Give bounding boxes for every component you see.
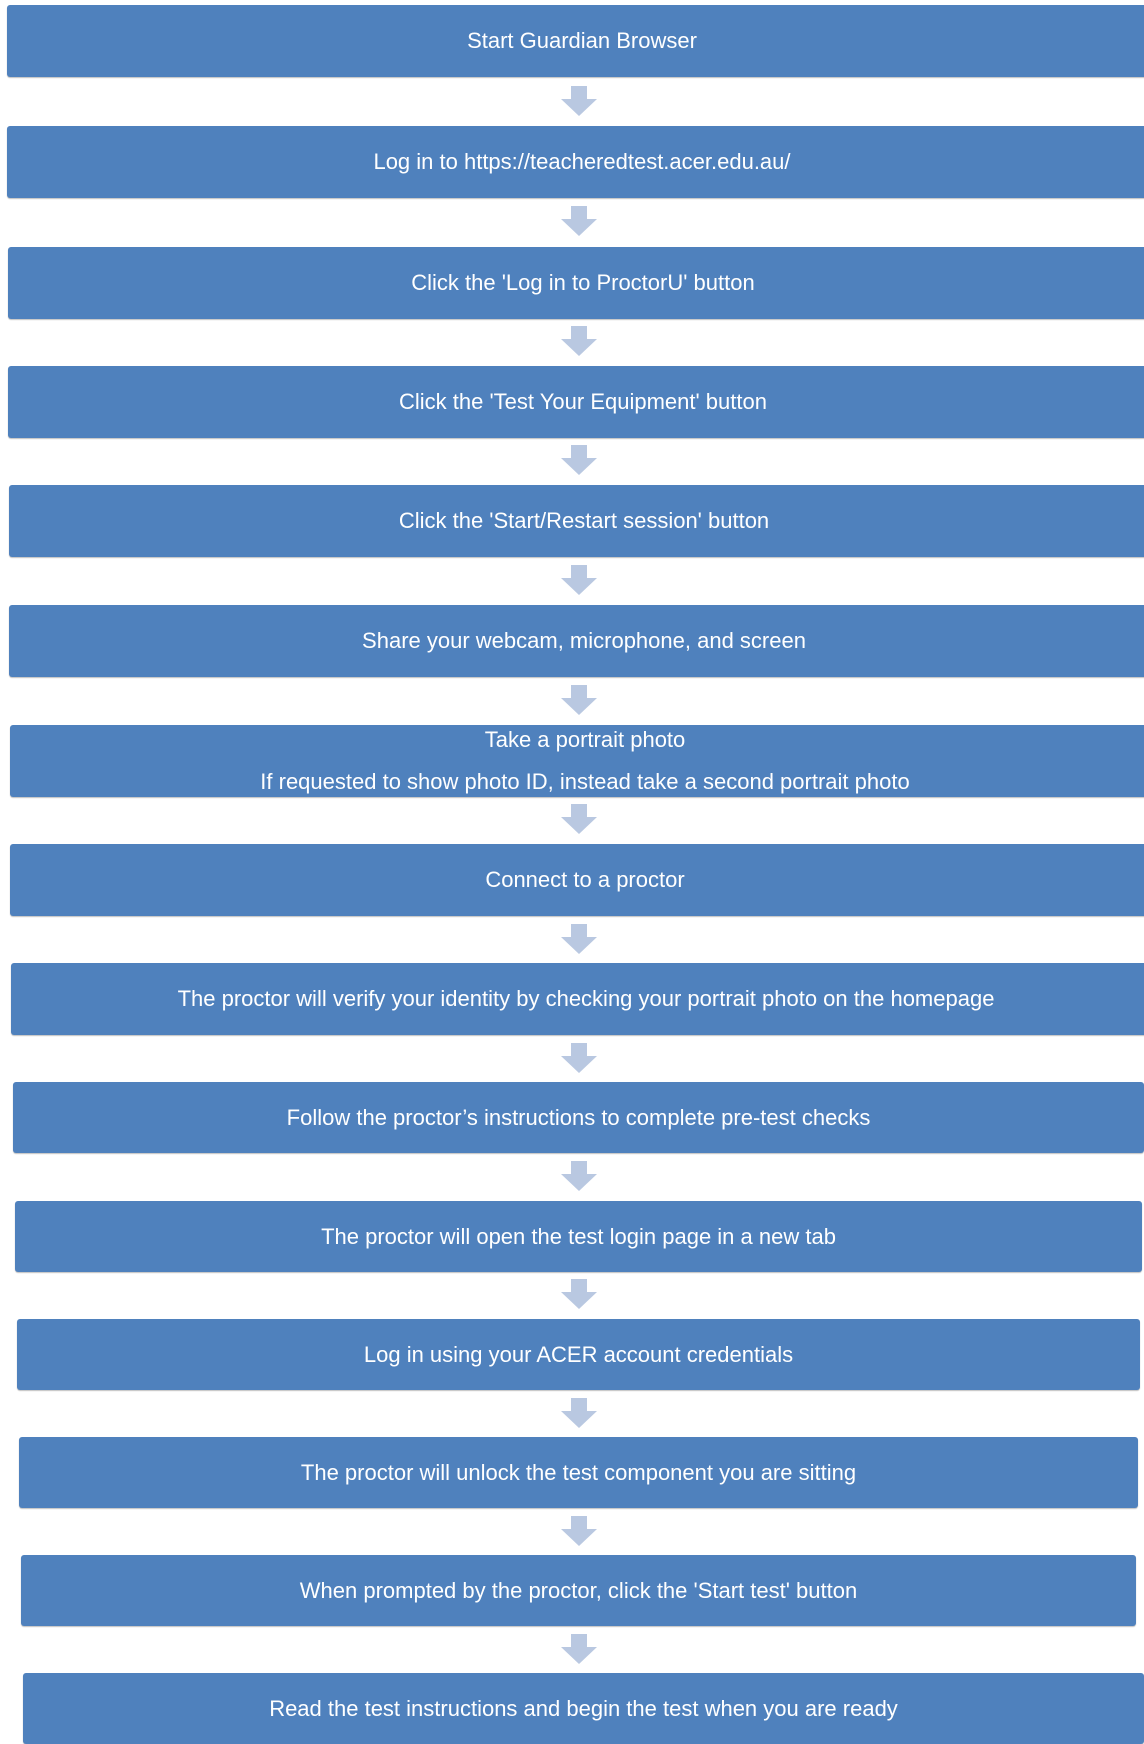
step-6-box: Share your webcam, microphone, and scree… bbox=[9, 605, 1144, 677]
step-5-text: Click the 'Start/Restart session' button bbox=[398, 508, 770, 533]
down-arrow-icon bbox=[561, 86, 597, 116]
step-1-text: Start Guardian Browser bbox=[467, 28, 697, 53]
step-5-box: Click the 'Start/Restart session' button bbox=[9, 485, 1144, 557]
down-arrow-icon bbox=[561, 1043, 597, 1073]
down-arrow-icon bbox=[561, 1634, 597, 1664]
step-14-box: When prompted by the proctor, click the … bbox=[21, 1555, 1136, 1626]
down-arrow-icon bbox=[561, 1398, 597, 1428]
down-arrow-icon bbox=[561, 565, 597, 595]
step-6-text: Share your webcam, microphone, and scree… bbox=[362, 628, 806, 653]
step-11-text: The proctor will open the test login pag… bbox=[321, 1223, 836, 1249]
flowchart: Start Guardian Browser Log in to https:/… bbox=[0, 0, 1144, 1744]
down-arrow-icon bbox=[561, 1516, 597, 1546]
down-arrow-icon bbox=[561, 804, 597, 834]
step-10-text: Follow the proctor’s instructions to com… bbox=[286, 1104, 871, 1130]
down-arrow-icon bbox=[561, 924, 597, 954]
down-arrow-icon bbox=[561, 1279, 597, 1309]
down-arrow-icon bbox=[561, 1161, 597, 1191]
step-15-text: Read the test instructions and begin the… bbox=[269, 1695, 898, 1721]
step-8-text: Connect to a proctor bbox=[485, 867, 685, 892]
step-7-text-line1: Take a portrait photo bbox=[484, 727, 686, 752]
step-12-text: Log in using your ACER account credentia… bbox=[363, 1341, 794, 1367]
step-9-text: The proctor will verify your identity by… bbox=[177, 986, 995, 1011]
down-arrow-icon bbox=[561, 685, 597, 715]
step-15-box: Read the test instructions and begin the… bbox=[23, 1673, 1144, 1744]
step-2-text: Log in to https://teacheredtest.acer.edu… bbox=[373, 149, 791, 174]
down-arrow-icon bbox=[561, 206, 597, 236]
step-3-text: Click the 'Log in to ProctorU' button bbox=[411, 270, 755, 295]
step-4-text: Click the 'Test Your Equipment' button bbox=[399, 389, 767, 414]
step-11-box: The proctor will open the test login pag… bbox=[15, 1201, 1142, 1272]
step-1-box: Start Guardian Browser bbox=[7, 5, 1144, 77]
step-4-box: Click the 'Test Your Equipment' button bbox=[8, 366, 1144, 438]
step-2-box: Log in to https://teacheredtest.acer.edu… bbox=[7, 126, 1144, 198]
down-arrow-icon bbox=[561, 326, 597, 356]
step-14-text: When prompted by the proctor, click the … bbox=[299, 1577, 858, 1603]
step-13-text: The proctor will unlock the test compone… bbox=[300, 1459, 857, 1485]
step-7-box: Take a portrait photo If requested to sh… bbox=[10, 725, 1144, 797]
step-13-box: The proctor will unlock the test compone… bbox=[19, 1437, 1138, 1508]
step-7-text-line2: If requested to show photo ID, instead t… bbox=[260, 769, 910, 794]
step-3-box: Click the 'Log in to ProctorU' button bbox=[8, 247, 1144, 319]
step-8-box: Connect to a proctor bbox=[10, 844, 1144, 916]
step-10-box: Follow the proctor’s instructions to com… bbox=[13, 1082, 1144, 1153]
step-9-box: The proctor will verify your identity by… bbox=[11, 963, 1144, 1035]
step-12-box: Log in using your ACER account credentia… bbox=[17, 1319, 1140, 1390]
down-arrow-icon bbox=[561, 445, 597, 475]
